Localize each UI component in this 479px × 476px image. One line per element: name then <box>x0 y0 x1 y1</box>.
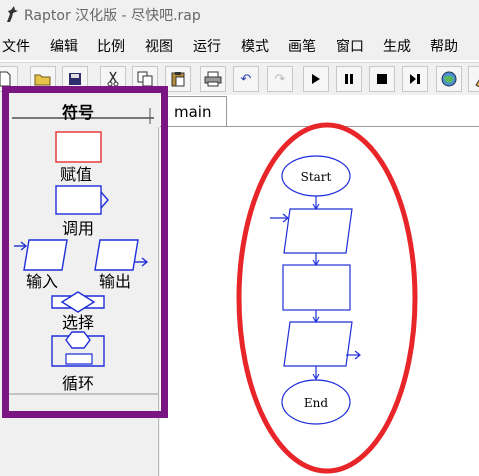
purple-annotation-box <box>2 86 168 418</box>
start-label: Start <box>301 170 332 184</box>
output-block <box>283 321 353 367</box>
input-block <box>283 208 353 254</box>
assignment-block <box>282 264 351 311</box>
end-label: End <box>304 396 328 410</box>
